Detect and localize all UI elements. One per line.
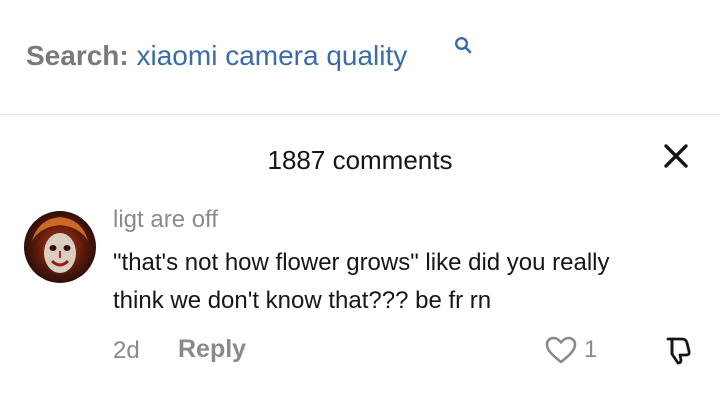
comments-count-title: 1887 comments — [267, 145, 453, 175]
search-bar[interactable]: Search: xiaomi camera quality — [0, 0, 720, 114]
search-icon[interactable] — [454, 36, 472, 54]
screen: Search: xiaomi camera quality 1887 comme… — [0, 0, 720, 406]
close-icon[interactable] — [660, 140, 692, 172]
avatar[interactable] — [24, 211, 96, 283]
comment-text-line: think we don't know that??? be fr rn — [113, 287, 492, 314]
comment-text: "that's not how flower grows" like did y… — [113, 244, 673, 320]
reply-button[interactable]: Reply — [178, 334, 246, 364]
avatar-image — [24, 211, 96, 283]
search-text[interactable]: Search: xiaomi camera quality — [26, 38, 407, 74]
divider — [0, 114, 720, 115]
like-button[interactable]: 1 — [544, 334, 597, 366]
comment-username[interactable]: ligt are off — [113, 205, 218, 235]
like-count: 1 — [584, 336, 598, 363]
search-label: Search: — [26, 40, 129, 71]
comment-time: 2d — [113, 337, 140, 364]
heart-outline-icon — [545, 336, 577, 364]
search-query[interactable]: xiaomi camera quality — [137, 40, 408, 71]
comment-text-line: "that's not how flower grows" like did y… — [113, 249, 610, 276]
thumbs-down-icon[interactable] — [662, 334, 694, 366]
